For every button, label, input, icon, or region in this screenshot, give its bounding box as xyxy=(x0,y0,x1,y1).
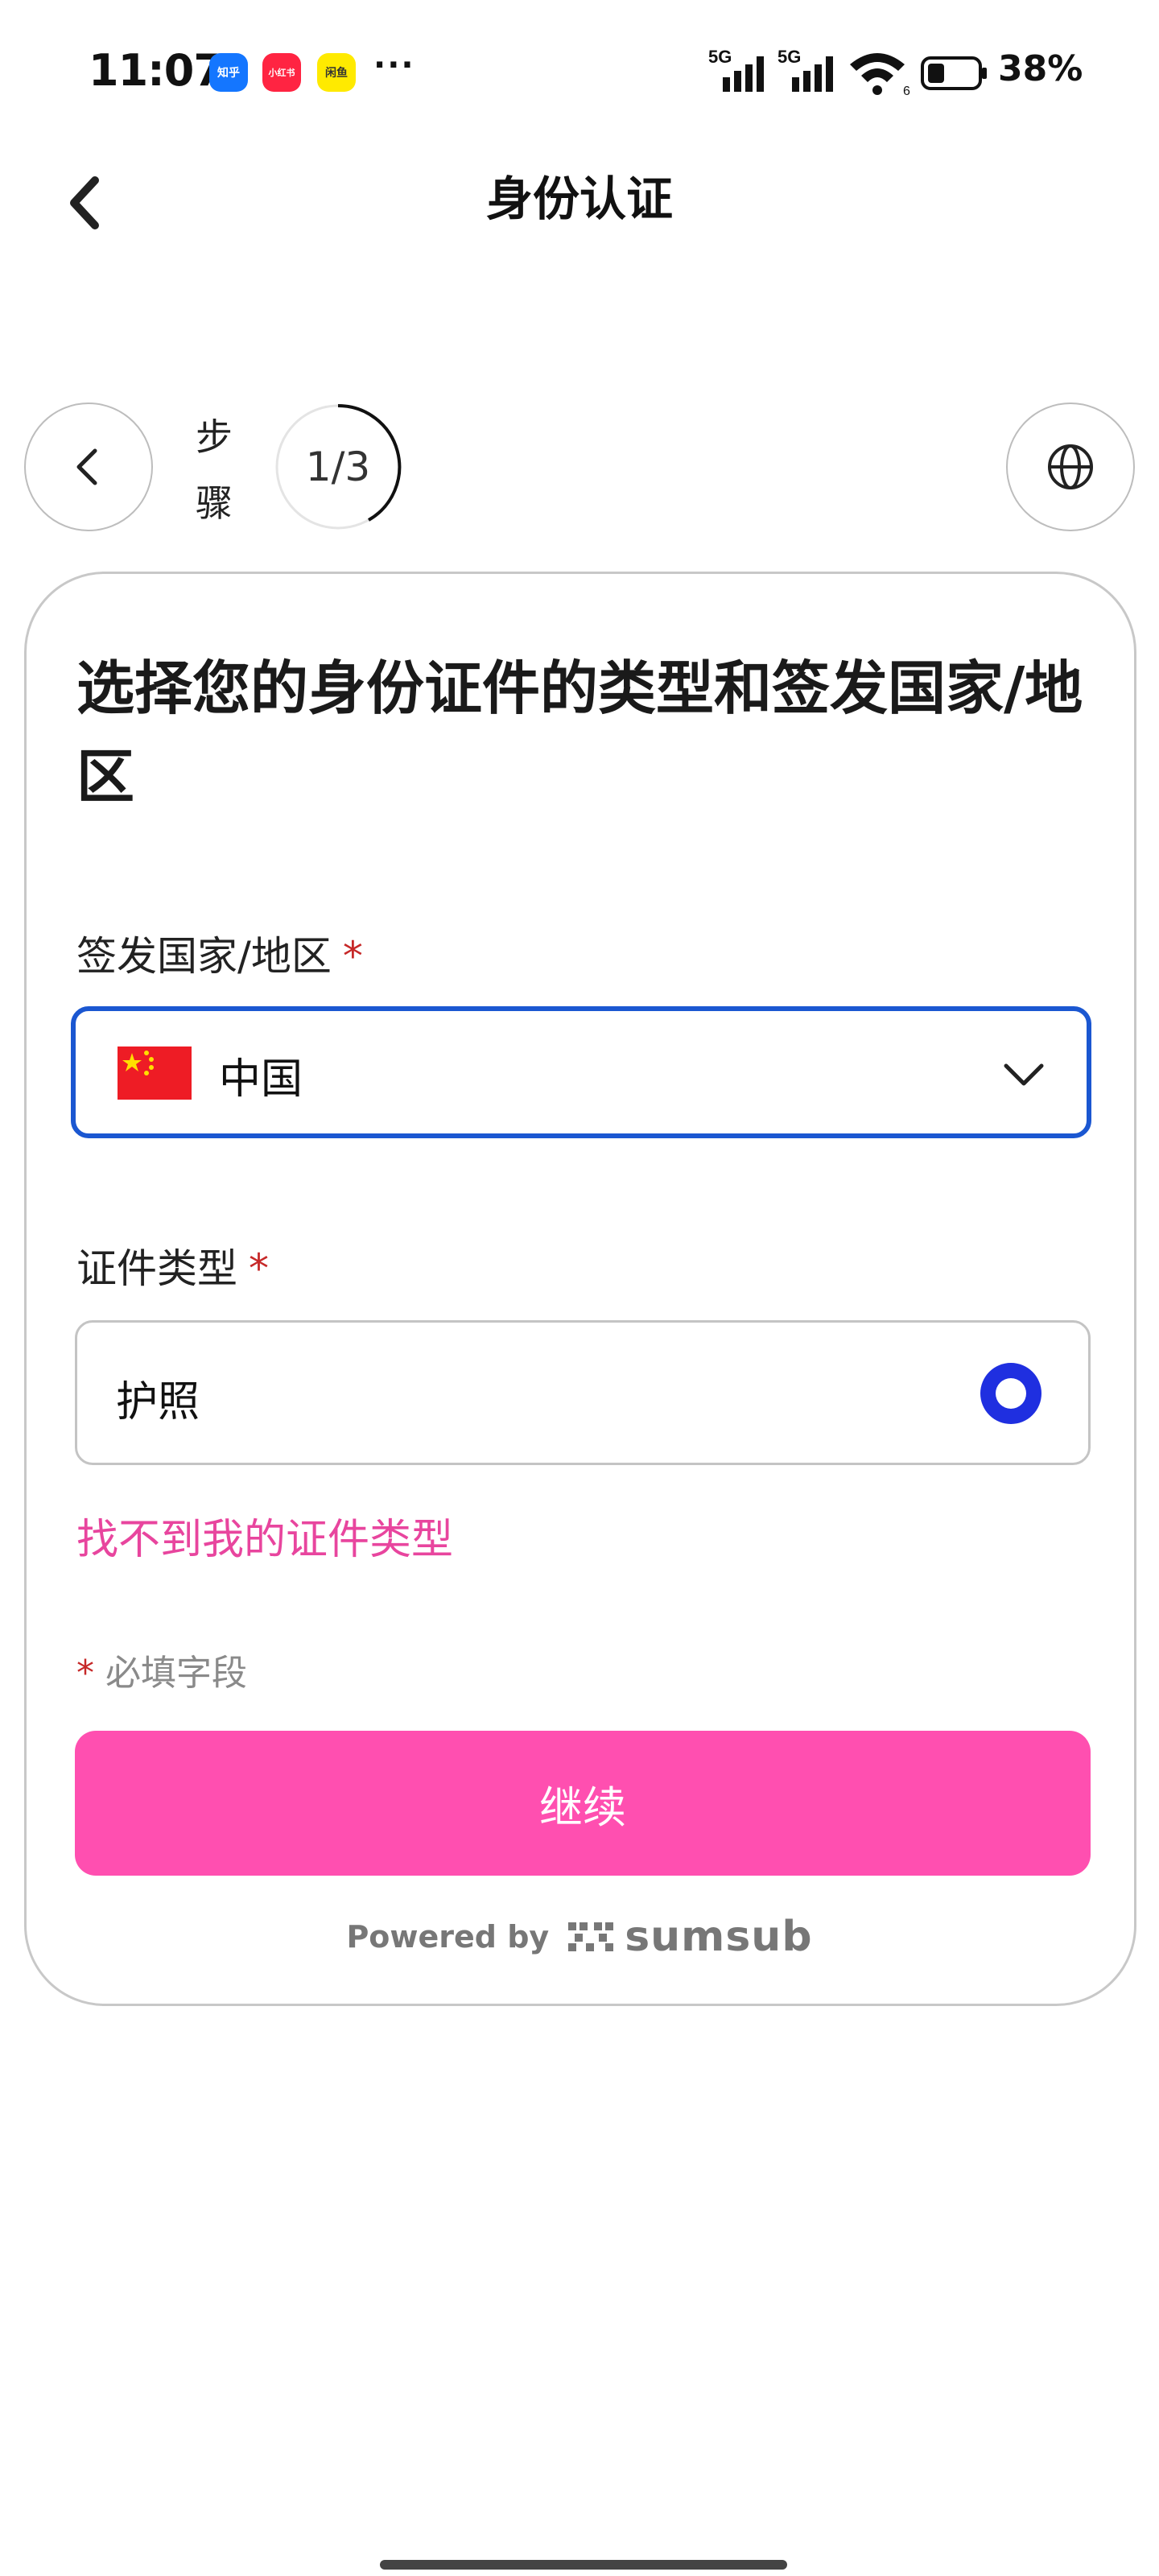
required-mark: * xyxy=(249,1245,269,1292)
powered-by: Powered by sumsub xyxy=(0,1913,1159,1961)
step-back-button[interactable] xyxy=(24,402,153,531)
powered-by-text: Powered by xyxy=(346,1919,550,1955)
chevron-down-icon xyxy=(1004,1063,1044,1086)
sumsub-logo-icon xyxy=(568,1922,614,1951)
card-title: 选择您的身份证件的类型和签发国家/地区 xyxy=(76,654,1083,811)
chevron-left-icon xyxy=(76,448,97,485)
country-label-text: 签发国家/地区 xyxy=(76,933,332,980)
doc-type-label-text: 证件类型 xyxy=(76,1245,237,1292)
sumsub-brand: sumsub xyxy=(625,1913,813,1961)
country-field-label: 签发国家/地区 * xyxy=(76,924,363,982)
zhihu-icon: 知乎 xyxy=(209,53,248,92)
china-flag-icon xyxy=(118,1046,192,1100)
doc-type-option-label: 护照 xyxy=(116,1378,200,1426)
network-label-1: 5G xyxy=(708,47,732,67)
battery-percent: 38% xyxy=(998,48,1083,89)
status-time: 11:07 xyxy=(89,45,224,96)
doc-type-option-passport[interactable]: 护照 xyxy=(75,1320,1091,1465)
required-fields-note: * 必填字段 xyxy=(76,1644,247,1695)
country-select-value: 中国 xyxy=(219,1055,303,1104)
required-note-mark: * xyxy=(76,1653,94,1694)
missing-doc-type-link[interactable]: 找不到我的证件类型 xyxy=(76,1505,453,1566)
continue-button[interactable]: 继续 xyxy=(75,1731,1091,1876)
language-button[interactable] xyxy=(1006,402,1135,531)
required-mark: * xyxy=(342,933,363,980)
status-bar: 11:07 知乎 小红书 闲鱼 ··· 5G 5G 6 38% xyxy=(0,0,1159,145)
signal-5g-icon-2: 5G xyxy=(777,47,833,92)
wifi-icon: 6 xyxy=(850,53,910,97)
battery-icon xyxy=(921,56,987,90)
home-indicator[interactable] xyxy=(380,2560,787,2570)
radio-selected-icon[interactable] xyxy=(980,1363,1041,1424)
xiaohongshu-icon: 小红书 xyxy=(262,53,301,92)
required-note-text: 必填字段 xyxy=(105,1653,247,1694)
step-label: 步骤 xyxy=(196,415,233,525)
globe-icon xyxy=(1048,444,1093,489)
xianyu-icon: 闲鱼 xyxy=(317,53,356,92)
network-label-2: 5G xyxy=(777,47,801,67)
step-counter-text: 1/3 xyxy=(305,444,371,490)
step-counter: 1/3 xyxy=(274,402,402,531)
country-select[interactable]: 中国 xyxy=(71,1006,1091,1138)
page-title: 身份认证 xyxy=(485,171,673,226)
more-notifications-icon: ··· xyxy=(373,47,415,84)
doc-type-field-label: 证件类型 * xyxy=(76,1236,269,1294)
svg-text:6: 6 xyxy=(903,85,910,97)
signal-5g-icon: 5G xyxy=(708,47,764,92)
